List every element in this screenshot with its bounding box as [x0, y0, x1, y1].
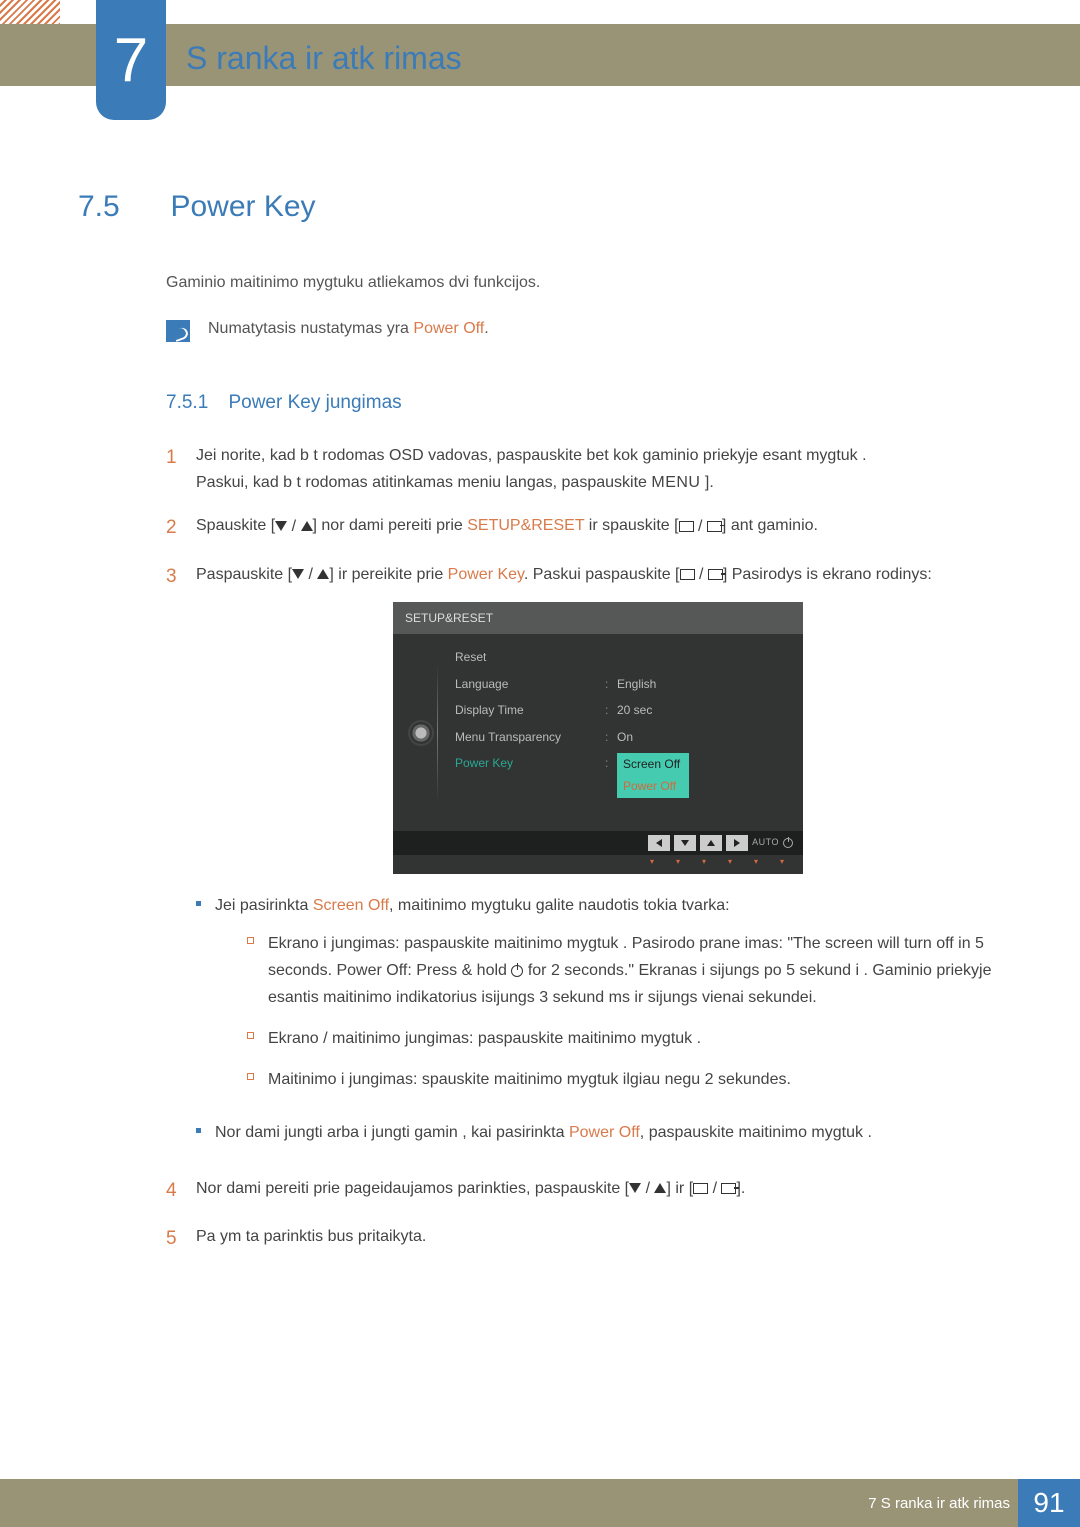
- bullet-icon: [196, 1128, 201, 1133]
- osd-nav-up-icon: [700, 835, 722, 851]
- intro-text: Gaminio maitinimo mygtuku atliekamos dvi…: [166, 274, 1000, 292]
- osd-nav-down-icon: [674, 835, 696, 851]
- bullet-power-off: Nor dami jungti arba i jungti gamin , ka…: [196, 1119, 1000, 1146]
- sub-bullet-2: Ekrano / maitinimo jungimas: paspauskite…: [247, 1025, 1000, 1052]
- osd-auto-label: AUTO: [752, 835, 779, 850]
- power-icon: [783, 838, 793, 848]
- chapter-number: 7: [114, 25, 148, 96]
- down-up-icon: /: [629, 1175, 666, 1202]
- chapter-badge: 7: [96, 0, 166, 120]
- osd-row-language: Language : English: [455, 671, 789, 697]
- section-number: 7.5: [78, 190, 166, 224]
- osd-row-display-time: Display Time : 20 sec: [455, 697, 789, 723]
- page-number: 91: [1018, 1479, 1080, 1527]
- sub-bullet-3: Maitinimo i jungimas: spauskite maitinim…: [247, 1066, 1000, 1093]
- step-4: 4 Nor dami pereiti prie pageidaujamos pa…: [166, 1175, 1000, 1207]
- enter-icon: /: [680, 561, 723, 588]
- down-up-icon: /: [275, 513, 312, 540]
- note-icon: [166, 320, 190, 342]
- osd-footer: AUTO: [393, 831, 803, 855]
- chapter-title: S ranka ir atk rimas: [186, 40, 462, 77]
- footer-text: 7 S ranka ir atk rimas: [868, 1495, 1010, 1512]
- page-content: 7.5 Power Key Gaminio maitinimo mygtuku …: [78, 190, 1000, 1271]
- osd-icon-column: [393, 634, 449, 830]
- step-3: 3 Paspauskite [ / ] ir pereikite prie Po…: [166, 561, 1000, 1159]
- osd-nav-left-icon: [648, 835, 670, 851]
- bullet-screen-off: Jei pasirinkta Screen Off, maitinimo myg…: [196, 892, 1000, 1107]
- bullet-list: Jei pasirinkta Screen Off, maitinimo myg…: [196, 892, 1000, 1146]
- steps-list: 1 Jei norite, kad b t rodomas OSD vadova…: [166, 442, 1000, 1255]
- bullet-icon: [196, 901, 201, 906]
- sub-bullet-list: Ekrano i jungimas: paspauskite maitinimo…: [247, 930, 1000, 1094]
- section-title: Power Key: [170, 190, 315, 224]
- osd-row-reset: Reset: [455, 644, 789, 670]
- osd-title: SETUP&RESET: [393, 602, 803, 634]
- osd-nav-right-icon: [726, 835, 748, 851]
- step-2: 2 Spauskite [ / ] nor dami pereiti prie …: [166, 512, 1000, 544]
- section-heading: 7.5 Power Key: [78, 190, 1000, 224]
- power-icon: [511, 965, 523, 977]
- sub-bullet-1: Ekrano i jungimas: paspauskite maitinimo…: [247, 930, 1000, 1012]
- osd-row-power-key: Power Key : Screen Off Power Off: [455, 750, 789, 801]
- note-text: Numatytasis nustatymas yra Power Off.: [208, 320, 489, 338]
- subsection-number: 7.5.1: [166, 392, 224, 414]
- osd-caret-row: ▾▾▾▾▾▾: [393, 855, 803, 871]
- square-bullet-icon: [247, 937, 254, 944]
- footer-bar: 7 S ranka ir atk rimas 91: [0, 1479, 1080, 1527]
- square-bullet-icon: [247, 1073, 254, 1080]
- square-bullet-icon: [247, 1032, 254, 1039]
- step-5: 5 Pa ym ta parinktis bus pritaikyta.: [166, 1223, 1000, 1255]
- enter-icon: /: [679, 513, 722, 540]
- enter-icon: /: [693, 1175, 736, 1202]
- down-up-icon: /: [292, 561, 329, 588]
- osd-row-transparency: Menu Transparency : On: [455, 724, 789, 750]
- osd-panel: SETUP&RESET Reset Language: [393, 602, 803, 874]
- step-1: 1 Jei norite, kad b t rodomas OSD vadova…: [166, 442, 1000, 496]
- subsection-title: Power Key jungimas: [228, 392, 401, 414]
- subsection-heading: 7.5.1 Power Key jungimas: [166, 392, 1000, 414]
- gear-icon: [410, 722, 432, 744]
- note-row: Numatytasis nustatymas yra Power Off.: [166, 320, 1000, 342]
